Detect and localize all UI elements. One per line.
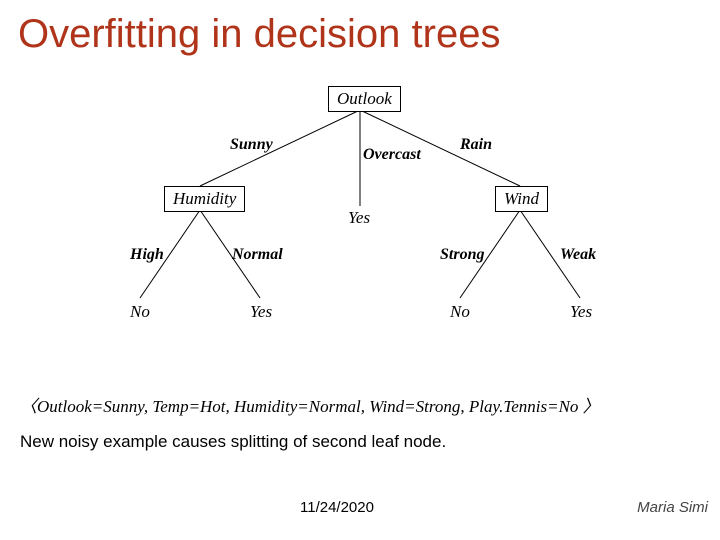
edge-normal: Normal bbox=[232, 246, 283, 264]
leaf-overcast-yes: Yes bbox=[348, 208, 370, 228]
page-title: Overfitting in decision trees bbox=[18, 12, 500, 57]
noisy-example: 〈Outlook=Sunny, Temp=Hot, Humidity=Norma… bbox=[20, 392, 600, 417]
slide-author: Maria Simi bbox=[637, 499, 708, 516]
edge-high: High bbox=[130, 246, 164, 264]
edge-overcast: Overcast bbox=[363, 146, 421, 164]
node-wind: Wind bbox=[495, 186, 548, 212]
edge-sunny: Sunny bbox=[230, 136, 273, 154]
leaf-weak-yes: Yes bbox=[570, 302, 592, 322]
leaf-strong-no: No bbox=[450, 302, 470, 322]
leaf-high-no: No bbox=[130, 302, 150, 322]
leaf-normal-yes: Yes bbox=[250, 302, 272, 322]
node-outlook: Outlook bbox=[328, 86, 401, 112]
slide-date: 11/24/2020 bbox=[300, 499, 374, 516]
edge-weak: Weak bbox=[560, 246, 596, 264]
edge-rain: Rain bbox=[460, 136, 492, 154]
decision-tree: Outlook Sunny Overcast Rain Humidity Yes… bbox=[100, 86, 620, 346]
node-humidity: Humidity bbox=[164, 186, 245, 212]
caption: New noisy example causes splitting of se… bbox=[20, 432, 446, 452]
edge-strong: Strong bbox=[440, 246, 484, 264]
